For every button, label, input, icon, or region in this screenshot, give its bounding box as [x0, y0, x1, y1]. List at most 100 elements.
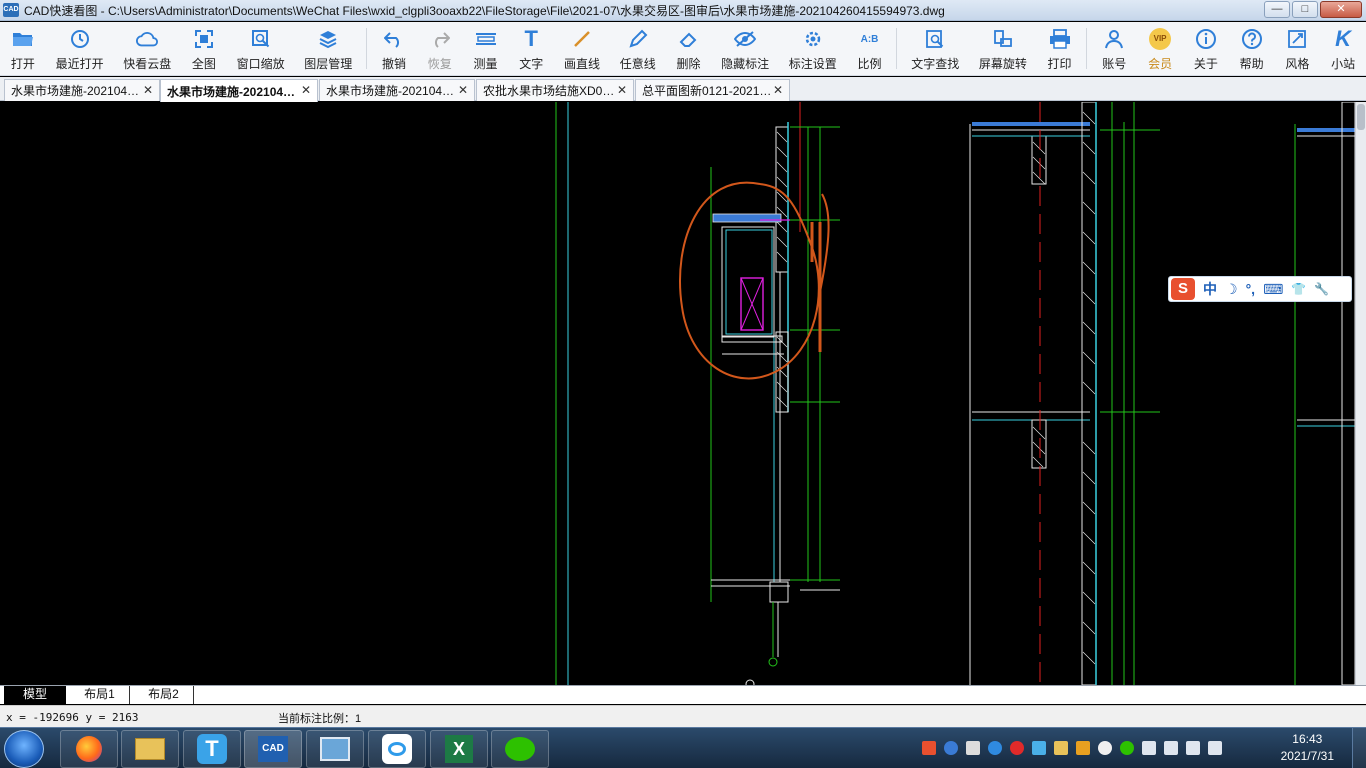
- sogou-tray-icon[interactable]: [922, 741, 936, 755]
- taskbar-remote-desktop[interactable]: [306, 730, 364, 768]
- start-button[interactable]: [4, 730, 44, 768]
- vertical-scrollbar[interactable]: [1355, 102, 1366, 685]
- keyboard-icon[interactable]: ⌨: [1263, 281, 1283, 298]
- network-signal-icon[interactable]: [1208, 741, 1222, 755]
- redo-label: 恢复: [427, 57, 452, 71]
- bird-tray-icon[interactable]: [1032, 741, 1046, 755]
- taskbar-excel[interactable]: X: [430, 730, 488, 768]
- station-button[interactable]: K 小站: [1320, 22, 1366, 75]
- shield-tray-icon[interactable]: [1076, 741, 1090, 755]
- layout-tab-model[interactable]: 模型: [4, 686, 66, 704]
- tab-close-icon[interactable]: ✕: [773, 83, 783, 97]
- undo-button[interactable]: 撤销: [371, 22, 417, 75]
- zoom-window-button[interactable]: 窗口缩放: [227, 22, 295, 75]
- layer-manager-button[interactable]: 图层管理: [294, 22, 362, 75]
- pencil-icon: [627, 28, 649, 50]
- close-button[interactable]: ✕: [1320, 1, 1362, 18]
- drawing-canvas[interactable]: [0, 102, 1355, 685]
- skin-shirt-icon[interactable]: 👕: [1291, 282, 1306, 296]
- recent-open-label: 最近打开: [55, 57, 104, 71]
- document-tab[interactable]: 水果市场建施-202104… ✕: [4, 79, 160, 101]
- style-label: 风格: [1285, 57, 1310, 71]
- layers-icon: [317, 28, 339, 50]
- taskbar-firefox[interactable]: [60, 730, 118, 768]
- help-tray-icon[interactable]: [944, 741, 958, 755]
- title-bar: CAD CAD快速看图 - C:\Users\Administrator\Doc…: [0, 0, 1366, 21]
- t-app-icon: T: [197, 734, 227, 764]
- document-tab[interactable]: 农批水果市场结施XD0… ✕: [476, 79, 634, 101]
- qq-tray-icon[interactable]: [1098, 741, 1112, 755]
- about-button[interactable]: 关于: [1183, 22, 1229, 75]
- ime-tray-icon[interactable]: [966, 741, 980, 755]
- taskbar-baidu-netdisk[interactable]: [368, 730, 426, 768]
- rotate-screen-button[interactable]: 屏幕旋转: [969, 22, 1037, 75]
- taskbar-file-explorer[interactable]: [121, 730, 179, 768]
- recent-open-button[interactable]: 最近打开: [46, 22, 114, 75]
- redo-button[interactable]: 恢复: [417, 22, 463, 75]
- annotation-settings-button[interactable]: 标注设置: [779, 22, 847, 75]
- text-button[interactable]: T 文字: [508, 22, 554, 75]
- firefox-icon: [76, 736, 102, 762]
- ime-toolbar[interactable]: S 中 ☽ °, ⌨ 👕 🔧: [1168, 276, 1352, 302]
- tab-close-icon[interactable]: ✕: [143, 83, 153, 97]
- scrollbar-thumb[interactable]: [1357, 104, 1365, 130]
- text-search-button[interactable]: 文字查找: [901, 22, 969, 75]
- document-tab[interactable]: 总平面图新0121-2021… ✕: [635, 79, 790, 101]
- wrench-icon[interactable]: 🔧: [1314, 282, 1329, 296]
- delete-button[interactable]: 删除: [666, 22, 712, 75]
- folder-open-icon: [12, 28, 34, 50]
- tab-close-icon[interactable]: ✕: [301, 83, 311, 97]
- document-tab-active[interactable]: 水果市场建施-202104… ✕: [160, 79, 318, 102]
- maximize-button[interactable]: □: [1292, 1, 1318, 18]
- tab-close-icon[interactable]: ✕: [458, 83, 468, 97]
- open-label: 打开: [10, 57, 35, 71]
- folder-icon: [135, 738, 165, 760]
- volume-icon[interactable]: [1186, 741, 1200, 755]
- taskbar-t-app[interactable]: T: [183, 730, 241, 768]
- punctuation-icon[interactable]: °,: [1246, 281, 1256, 297]
- chrome-tray-icon[interactable]: [988, 741, 1002, 755]
- tab-close-icon[interactable]: ✕: [617, 83, 627, 97]
- scale-button[interactable]: A:B 比例: [847, 22, 893, 75]
- ime-lang-toggle[interactable]: 中: [1203, 279, 1217, 299]
- taskbar-cad-viewer[interactable]: CAD: [244, 730, 302, 768]
- redo-icon: [429, 28, 451, 50]
- vip-button[interactable]: VIP 会员: [1137, 22, 1183, 75]
- undo-label: 撤销: [381, 57, 406, 71]
- print-button[interactable]: 打印: [1037, 22, 1083, 75]
- wechat-tray-icon[interactable]: [1120, 741, 1134, 755]
- netease-tray-icon[interactable]: [1010, 741, 1024, 755]
- rotate-screen-label: 屏幕旋转: [978, 57, 1027, 71]
- document-tab[interactable]: 水果市场建施-202104… ✕: [319, 79, 475, 101]
- layout-tab-2[interactable]: 布局2: [134, 686, 194, 704]
- eye-hide-icon: [734, 28, 757, 50]
- about-label: 关于: [1193, 57, 1218, 71]
- taskbar-wechat[interactable]: [491, 730, 549, 768]
- style-button[interactable]: 风格: [1274, 22, 1320, 75]
- show-desktop-button[interactable]: [1352, 728, 1366, 768]
- moon-icon[interactable]: ☽: [1225, 281, 1238, 298]
- style-icon: [1286, 28, 1308, 50]
- fit-view-button[interactable]: 全图: [181, 22, 227, 75]
- bluetooth-tray-icon[interactable]: [1142, 741, 1156, 755]
- cloud-drive-button[interactable]: 快看云盘: [113, 22, 181, 75]
- layout-tab-1[interactable]: 布局1: [70, 686, 130, 704]
- measure-button[interactable]: 测量: [463, 22, 509, 75]
- draw-line-button[interactable]: 画直线: [554, 22, 610, 75]
- station-label: 小站: [1331, 57, 1356, 71]
- delete-label: 删除: [676, 57, 701, 71]
- device-tray-icon[interactable]: [1164, 741, 1178, 755]
- hide-annotation-button[interactable]: 隐藏标注: [711, 22, 779, 75]
- freehand-button[interactable]: 任意线: [610, 22, 666, 75]
- account-button[interactable]: 账号: [1091, 22, 1137, 75]
- minimize-button[interactable]: —: [1264, 1, 1290, 18]
- measure-icon: [475, 28, 497, 50]
- tab-label: 总平面图新0121-2021…: [642, 84, 772, 98]
- help-button[interactable]: 帮助: [1229, 22, 1275, 75]
- system-clock[interactable]: 16:43 2021/7/31: [1281, 731, 1334, 765]
- open-button[interactable]: 打开: [0, 22, 46, 75]
- undo-icon: [383, 28, 405, 50]
- folder-tray-icon[interactable]: [1054, 741, 1068, 755]
- cad-viewer-icon: CAD: [258, 736, 288, 762]
- sogou-logo-icon[interactable]: S: [1171, 278, 1195, 300]
